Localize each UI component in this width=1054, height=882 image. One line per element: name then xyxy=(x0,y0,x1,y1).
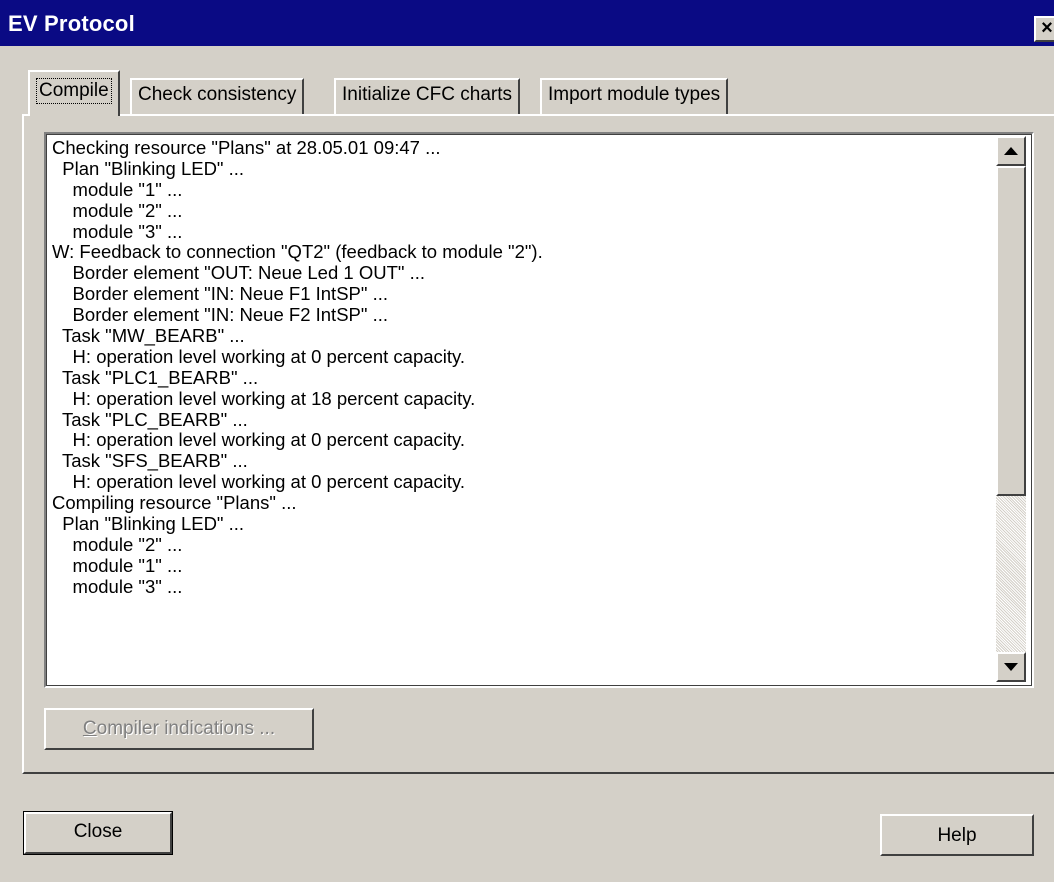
help-button-label: Help xyxy=(937,825,977,846)
compile-log[interactable]: Checking resource "Plans" at 28.05.01 09… xyxy=(44,132,1034,688)
log-line: Checking resource "Plans" at 28.05.01 09… xyxy=(52,138,441,158)
log-line: module "2" ... xyxy=(52,199,183,221)
log-line: Task "SFS_BEARB" ... xyxy=(52,450,248,472)
close-button-label: Close xyxy=(73,821,123,842)
log-line: module "3" ... xyxy=(52,220,183,242)
triangle-down-icon xyxy=(1004,663,1018,671)
log-line: Compiling resource "Plans" ... xyxy=(52,492,297,514)
log-line: Plan "Blinking LED" ... xyxy=(52,513,245,535)
help-button[interactable]: Help xyxy=(880,814,1034,856)
tab-compile[interactable]: Compile xyxy=(28,70,120,116)
tab-initialize-cfc-charts-label: Initialize CFC charts xyxy=(342,84,512,105)
tab-import-module-types-label: Import module types xyxy=(548,84,721,105)
scroll-down-button[interactable] xyxy=(996,652,1026,682)
compiler-indications-button[interactable]: Compiler indications ... xyxy=(44,708,314,750)
log-line: Task "PLC1_BEARB" ... xyxy=(52,366,259,388)
log-line: Border element "OUT: Neue Led 1 OUT" ... xyxy=(52,262,426,284)
log-line: Border element "IN: Neue F1 IntSP" ... xyxy=(52,283,388,305)
log-line: H: operation level working at 0 percent … xyxy=(52,345,466,367)
log-line: Plan "Blinking LED" ... xyxy=(52,157,245,179)
compile-log-text: Checking resource "Plans" at 28.05.01 09… xyxy=(52,138,992,684)
scrollbar-thumb[interactable] xyxy=(996,166,1026,496)
vertical-scrollbar[interactable] xyxy=(996,136,1026,682)
log-line: Task "PLC_BEARB" ... xyxy=(52,408,248,430)
log-line: module "1" ... xyxy=(52,178,183,200)
log-line: module "2" ... xyxy=(52,533,183,555)
scroll-up-button[interactable] xyxy=(996,136,1026,166)
log-line: module "3" ... xyxy=(52,575,183,597)
tab-check-consistency-label: Check consistency xyxy=(138,84,297,105)
triangle-up-icon xyxy=(1004,147,1018,155)
title-bar: EV Protocol × xyxy=(0,0,1054,46)
compiler-indications-accel: C xyxy=(82,718,97,739)
tab-check-consistency[interactable]: Check consistency xyxy=(130,78,305,114)
log-line: H: operation level working at 18 percent… xyxy=(52,387,476,409)
log-line: H: operation level working at 0 percent … xyxy=(52,471,466,493)
tab-initialize-cfc-charts[interactable]: Initialize CFC charts xyxy=(334,78,520,114)
close-icon: × xyxy=(1041,17,1053,39)
log-line: Border element "IN: Neue F2 IntSP" ... xyxy=(52,304,388,326)
log-line: W: Feedback to connection "QT2" (feedbac… xyxy=(52,241,543,263)
close-button[interactable]: Close xyxy=(23,811,173,855)
window-title: EV Protocol xyxy=(8,11,135,36)
tab-import-module-types[interactable]: Import module types xyxy=(540,78,729,114)
log-line: Task "MW_BEARB" ... xyxy=(52,325,245,347)
log-line: module "1" ... xyxy=(52,554,183,576)
tab-compile-label: Compile xyxy=(36,78,112,104)
compiler-indications-label: ompiler indications ... xyxy=(96,718,276,739)
log-line: H: operation level working at 0 percent … xyxy=(52,429,466,451)
close-window-button[interactable]: × xyxy=(1034,16,1054,42)
